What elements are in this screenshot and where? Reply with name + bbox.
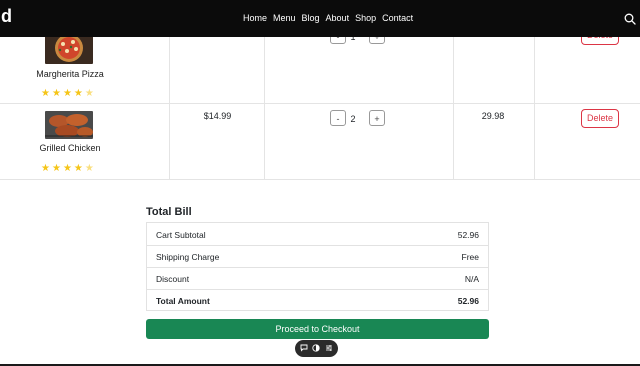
nav-link-contact[interactable]: Contact bbox=[382, 13, 413, 23]
comment-icon[interactable] bbox=[300, 344, 308, 354]
rating-stars: ★ ★ ★ ★ ★ bbox=[41, 164, 94, 174]
star-icon: ★ bbox=[41, 163, 50, 174]
nav-link-blog[interactable]: Blog bbox=[302, 13, 320, 23]
bill-label: Shipping Charge bbox=[156, 252, 220, 262]
star-icon: ★ bbox=[62, 88, 72, 99]
bill-row-shipping: Shipping Charge Free bbox=[147, 245, 488, 267]
top-navbar: d Home Menu Blog About Shop Contact bbox=[0, 0, 640, 37]
nav-link-about[interactable]: About bbox=[326, 13, 350, 23]
grilled-chicken-image bbox=[45, 111, 93, 139]
half-star-icon: ★ bbox=[84, 88, 94, 99]
table-row-divider bbox=[0, 179, 640, 180]
bill-title: Total Bill bbox=[146, 206, 192, 218]
bill-value: 52.96 bbox=[457, 230, 479, 240]
floating-toolbar bbox=[295, 340, 338, 357]
eye-icon[interactable] bbox=[312, 343, 321, 354]
rating-stars: ★ ★ ★ ★ ★ bbox=[41, 89, 94, 99]
half-star-icon: ★ bbox=[84, 163, 94, 174]
row-total: 29.98 bbox=[481, 111, 505, 121]
bill-value: 52.96 bbox=[457, 296, 479, 306]
increase-quantity-button[interactable]: + bbox=[369, 110, 385, 126]
star-icon: ★ bbox=[41, 88, 50, 99]
bill-label: Cart Subtotal bbox=[156, 230, 206, 240]
delete-button[interactable]: Delete bbox=[581, 109, 619, 128]
star-icon: ★ bbox=[51, 88, 61, 99]
sliders-icon[interactable] bbox=[325, 344, 333, 354]
nav-links: Home Menu Blog About Shop Contact bbox=[243, 13, 419, 23]
bill-label: Discount bbox=[156, 274, 190, 284]
bill-summary: Cart Subtotal 52.96 Shipping Charge Free… bbox=[146, 222, 489, 311]
bill-row-subtotal: Cart Subtotal 52.96 bbox=[147, 223, 488, 245]
proceed-to-checkout-button[interactable]: Proceed to Checkout bbox=[146, 319, 489, 339]
bill-label: Total Amount bbox=[156, 296, 210, 306]
brand-logo[interactable]: d bbox=[1, 6, 12, 27]
product-name: Margherita Pizza bbox=[36, 69, 104, 79]
nav-link-shop[interactable]: Shop bbox=[355, 13, 376, 23]
product-name: Grilled Chicken bbox=[39, 143, 101, 153]
star-icon: ★ bbox=[62, 163, 72, 174]
star-icon: ★ bbox=[73, 88, 83, 99]
bill-value: Free bbox=[461, 252, 479, 262]
table-row-divider bbox=[0, 103, 640, 104]
bill-value: N/A bbox=[464, 274, 479, 284]
star-icon: ★ bbox=[73, 163, 83, 174]
star-icon: ★ bbox=[51, 163, 61, 174]
pizza-image bbox=[45, 36, 93, 64]
bill-row-total: Total Amount 52.96 bbox=[147, 289, 488, 311]
search-icon[interactable] bbox=[624, 12, 636, 25]
nav-link-home[interactable]: Home bbox=[243, 13, 267, 23]
nav-link-menu[interactable]: Menu bbox=[273, 13, 296, 23]
product-price: $14.99 bbox=[203, 111, 232, 121]
bill-row-discount: Discount N/A bbox=[147, 267, 488, 289]
quantity-value: 2 bbox=[350, 114, 356, 124]
decrease-quantity-button[interactable]: - bbox=[330, 110, 346, 126]
